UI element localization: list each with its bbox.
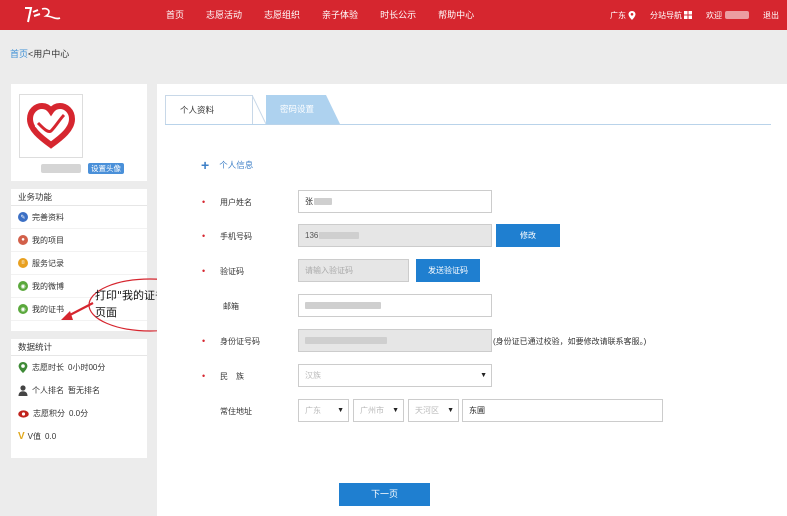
- breadcrumb: 首页<用户中心: [10, 47, 69, 60]
- nav-organizations[interactable]: 志愿组织: [264, 0, 300, 30]
- phone-input: 136: [298, 224, 492, 247]
- redacted-value: [305, 337, 387, 345]
- email-label: 邮箱: [223, 302, 239, 311]
- section-personal-info: + 个人信息: [201, 157, 254, 173]
- stat-points: 志愿积分 0.0分: [11, 402, 147, 425]
- stats-title: 数据统计: [11, 339, 147, 356]
- required-mark: •: [202, 336, 206, 346]
- id-card-hint: (身份证已通过校验，如要修改请联系客服。): [493, 337, 647, 346]
- tab-profile[interactable]: 个人资料: [165, 95, 253, 124]
- location-pin-icon: [18, 362, 28, 373]
- eye-icon: [18, 409, 29, 418]
- profile-name-redacted: [41, 164, 81, 173]
- district-select[interactable]: 天河区 ▼: [408, 399, 459, 422]
- row-email: 邮箱: [157, 294, 787, 318]
- nav-home[interactable]: 首页: [166, 0, 184, 30]
- row-verification-code: • 验证码 请输入验证码 发送验证码: [157, 259, 787, 283]
- stat-ranking: 个人排名 暂无排名: [11, 379, 147, 402]
- username-redacted: [725, 11, 749, 19]
- top-navbar: 首页 志愿活动 志愿组织 亲子体验 时长公示 帮助中心 广东 分站导航 欢迎 退…: [0, 0, 787, 30]
- menu-complete-profile[interactable]: ✎ 完善资料: [11, 206, 147, 229]
- business-title: 业务功能: [11, 189, 147, 206]
- required-mark: •: [202, 231, 206, 241]
- required-mark: •: [202, 371, 206, 381]
- logout-link[interactable]: 退出: [763, 10, 779, 21]
- nav-activities[interactable]: 志愿活动: [206, 0, 242, 30]
- row-address: 常住地址 广东 ▼ 广州市 ▼ 天河区 ▼ 东圃: [157, 399, 787, 423]
- weibo-icon: ◉: [18, 281, 28, 291]
- redacted-value: [314, 198, 332, 206]
- stat-v-value: V V值 0.0: [18, 431, 57, 442]
- province-select[interactable]: 广东 ▼: [298, 399, 349, 422]
- chevron-down-icon: ▼: [392, 407, 399, 414]
- people-icon: ●: [18, 235, 28, 245]
- profile-card: 设置头像: [11, 84, 147, 181]
- main-nav: 首页 志愿活动 志愿组织 亲子体验 时长公示 帮助中心: [166, 0, 496, 30]
- chevron-down-icon: ▼: [480, 372, 487, 379]
- nav-help[interactable]: 帮助中心: [438, 0, 474, 30]
- breadcrumb-current: 用户中心: [33, 49, 70, 59]
- location-selector[interactable]: 广东: [610, 10, 636, 21]
- pencil-icon: ✎: [18, 212, 28, 222]
- code-input[interactable]: 请输入验证码: [298, 259, 409, 282]
- row-phone: • 手机号码 136 修改: [157, 224, 787, 248]
- ethnicity-select[interactable]: 汉族 ▼: [298, 364, 492, 387]
- row-id-card: • 身份证号码 (身份证已通过校验，如要修改请联系客服。): [157, 329, 787, 353]
- redacted-value: [305, 302, 381, 310]
- required-mark: •: [202, 266, 206, 276]
- breadcrumb-home[interactable]: 首页: [10, 49, 28, 59]
- row-username: • 用户姓名 张: [157, 190, 787, 214]
- record-icon: ¤: [18, 258, 28, 268]
- main-panel: 个人资料 密码设置 + 个人信息 • 用户姓名 张 • 手机号码 136 修改 …: [157, 84, 787, 516]
- address-label: 常住地址: [220, 407, 252, 416]
- ethnicity-label: 民 族: [220, 372, 244, 381]
- username-input[interactable]: 张: [298, 190, 492, 213]
- phone-label: 手机号码: [220, 232, 252, 241]
- location-pin-icon: [628, 10, 636, 20]
- required-mark: •: [202, 197, 206, 207]
- site-logo[interactable]: [22, 4, 64, 26]
- redacted-value: [319, 232, 360, 240]
- next-page-button[interactable]: 下一页: [339, 483, 430, 506]
- username-label: 用户姓名: [220, 198, 252, 207]
- chevron-down-icon: ▼: [337, 407, 344, 414]
- modify-phone-button[interactable]: 修改: [496, 224, 560, 247]
- plus-icon: +: [201, 157, 210, 173]
- nav-hours[interactable]: 时长公示: [380, 0, 416, 30]
- tab-inactive-slant: [326, 95, 340, 124]
- stat-volunteer-hours: 志愿时长 0小时00分: [11, 356, 147, 379]
- id-card-input: [298, 329, 492, 352]
- certificate-icon: ◉: [18, 304, 28, 314]
- station-nav[interactable]: 分站导航: [650, 10, 692, 21]
- email-input[interactable]: [298, 294, 492, 317]
- address-detail-input[interactable]: 东圃: [462, 399, 663, 422]
- chevron-down-icon: ▼: [447, 407, 454, 414]
- tab-active-slant: [252, 95, 266, 125]
- id-card-label: 身份证号码: [220, 337, 260, 346]
- tab-password[interactable]: 密码设置: [266, 95, 326, 124]
- person-icon: [18, 385, 28, 396]
- v-icon: V: [18, 431, 25, 442]
- nav-family[interactable]: 亲子体验: [322, 0, 358, 30]
- stats-panel: 数据统计 志愿时长 0小时00分 个人排名 暂无排名 志愿积分 0.0分 V V值 0.…: [11, 339, 147, 458]
- code-label: 验证码: [220, 267, 244, 276]
- row-ethnicity: • 民 族 汉族 ▼: [157, 364, 787, 388]
- nav-right: 广东 分站导航 欢迎 退出: [596, 0, 779, 30]
- welcome-user[interactable]: 欢迎: [706, 10, 749, 21]
- heart-hand-logo-icon: [26, 102, 76, 149]
- send-code-button[interactable]: 发送验证码: [416, 259, 480, 282]
- grid-icon: [684, 11, 692, 19]
- city-select[interactable]: 广州市 ▼: [353, 399, 404, 422]
- avatar[interactable]: [19, 94, 83, 158]
- annotation-arrow: [61, 302, 94, 320]
- tabs-divider: [165, 124, 771, 125]
- menu-my-projects[interactable]: ● 我的项目: [11, 229, 147, 252]
- set-avatar-button[interactable]: 设置头像: [88, 163, 124, 174]
- menu-service-records[interactable]: ¤ 服务记录: [11, 252, 147, 275]
